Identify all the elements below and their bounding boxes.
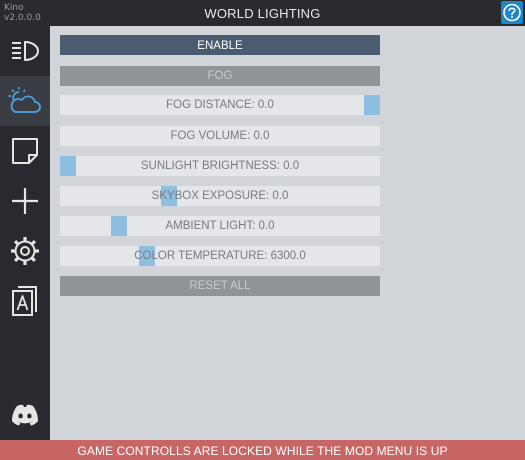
- sunlight-brightness-slider[interactable]: SUNLIGHT BRIGHTNESS: 0.0: [60, 156, 380, 176]
- fog-distance-label: FOG DISTANCE: 0.0: [166, 99, 274, 111]
- ambient-light-label: AMBIENT LIGHT: 0.0: [165, 220, 275, 232]
- slider-handle[interactable]: [364, 95, 380, 115]
- fog-volume-slider[interactable]: FOG VOLUME: 0.0: [60, 126, 380, 146]
- sidebar-item-presets[interactable]: [0, 276, 50, 326]
- sidebar-item-discord[interactable]: [0, 390, 50, 440]
- sidebar-item-world-lighting[interactable]: [0, 76, 50, 126]
- sidebar-item-settings[interactable]: [0, 226, 50, 276]
- cards-icon: [12, 286, 37, 316]
- controls-locked-banner: GAME CONTROLLS ARE LOCKED WHILE THE MOD …: [0, 440, 525, 460]
- skybox-exposure-slider[interactable]: SKYBOX EXPOSURE: 0.0: [60, 186, 380, 206]
- window-title: WORLD LIGHTING: [204, 6, 321, 21]
- color-temperature-label: COLOR TEMPERATURE: 6300.0: [134, 250, 306, 262]
- gear-icon: [11, 237, 39, 265]
- enable-button[interactable]: ENABLE: [60, 35, 380, 55]
- sidebar: [0, 26, 50, 440]
- sidebar-item-headlights[interactable]: [0, 26, 50, 76]
- headlight-icon: [12, 41, 39, 61]
- note-icon: [12, 138, 38, 164]
- reset-all-button[interactable]: RESET ALL: [60, 276, 380, 296]
- sidebar-item-add[interactable]: [0, 176, 50, 226]
- question-icon: [503, 3, 521, 22]
- plus-icon: [12, 188, 38, 214]
- color-temperature-slider[interactable]: COLOR TEMPERATURE: 6300.0: [60, 246, 380, 266]
- fog-distance-slider[interactable]: FOG DISTANCE: 0.0: [60, 95, 380, 115]
- fog-volume-label: FOG VOLUME: 0.0: [170, 130, 270, 142]
- help-button[interactable]: [501, 1, 523, 24]
- discord-icon: [12, 404, 38, 426]
- sunlight-brightness-label: SUNLIGHT BRIGHTNESS: 0.0: [140, 160, 300, 172]
- ambient-light-slider[interactable]: AMBIENT LIGHT: 0.0: [60, 216, 380, 236]
- sidebar-item-notes[interactable]: [0, 126, 50, 176]
- slider-handle[interactable]: [60, 156, 76, 176]
- title-bar: Kino v2.0.0.0 WORLD LIGHTING: [0, 0, 525, 26]
- weather-cloud-sun-icon: [8, 87, 41, 113]
- fog-button[interactable]: FOG: [60, 66, 380, 86]
- skybox-exposure-label: SKYBOX EXPOSURE: 0.0: [151, 190, 289, 202]
- slider-handle[interactable]: [111, 216, 127, 236]
